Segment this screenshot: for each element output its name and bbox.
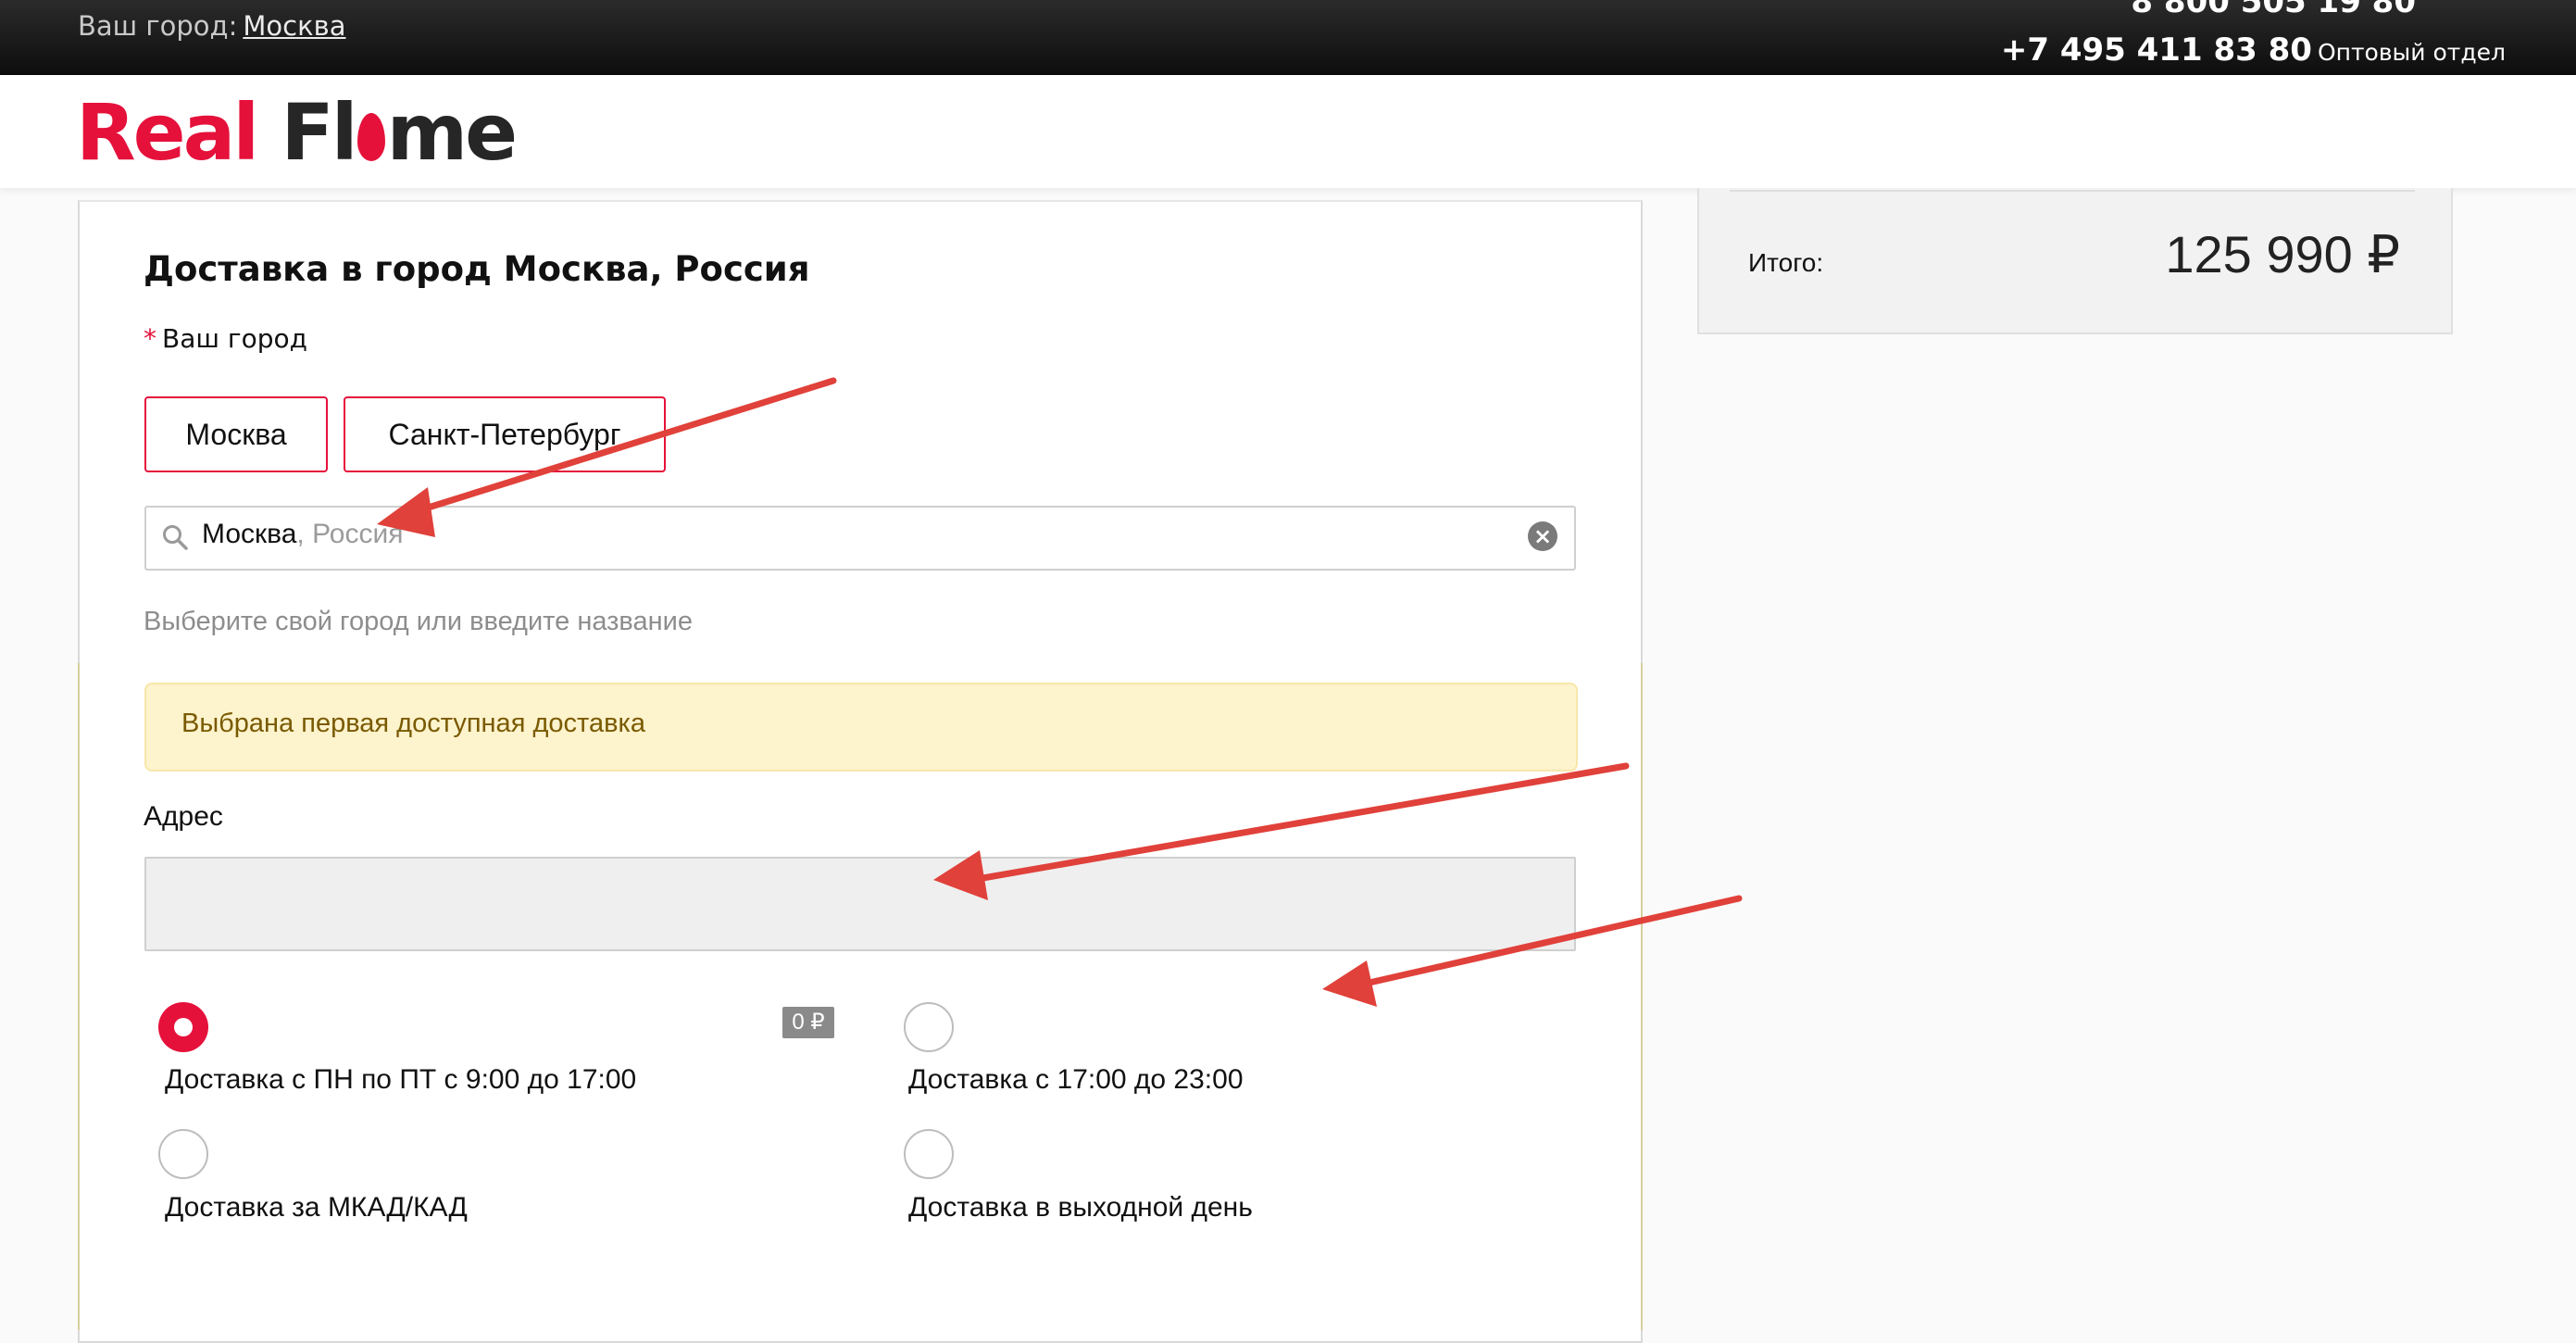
current-city: Ваш город: Москва: [78, 10, 345, 42]
required-star: *: [144, 323, 156, 354]
total-value: 125 990 ₽: [2165, 225, 2400, 283]
city-search-value: Москва, Россия: [202, 519, 403, 550]
wholesale-label: Оптовый отдел: [2317, 39, 2506, 66]
address-field[interactable]: [144, 857, 1576, 951]
quick-city-moscow-button[interactable]: Москва: [144, 396, 328, 472]
logo-text-fl: Fl: [281, 87, 357, 178]
search-value-country: , Россия: [296, 519, 404, 549]
delivery-option-label-weekday[interactable]: Доставка с ПН по ПТ с 9:00 до 17:00: [165, 1064, 636, 1096]
phone-wholesale[interactable]: +7 495 411 83 80: [2001, 31, 2312, 69]
delivery-notice-text: Выбрана первая доступная доставка: [181, 709, 645, 738]
phone-main[interactable]: 8 800 505 19 80: [2131, 0, 2416, 20]
delivery-title: Доставка в город Москва, Россия: [144, 249, 810, 289]
address-label: Адрес: [144, 801, 223, 832]
delivery-option-radio-evening[interactable]: [904, 1002, 954, 1052]
search-value-city: Москва: [202, 519, 297, 549]
city-search-hint: Выберите свой город или введите название: [144, 607, 693, 636]
delivery-option-label-outside-mkad[interactable]: Доставка за МКАД/КАД: [165, 1192, 468, 1224]
city-field-label-text: Ваш город: [162, 323, 307, 354]
site-logo[interactable]: Real Fl me: [76, 94, 518, 171]
logo-text-real: Real: [76, 87, 259, 178]
delivery-option-label-evening[interactable]: Доставка с 17:00 до 23:00: [908, 1064, 1244, 1096]
delivery-option-radio-weekend[interactable]: [904, 1129, 954, 1179]
delivery-option-label-weekend[interactable]: Доставка в выходной день: [908, 1192, 1253, 1224]
phone-wholesale-row: +7 495 411 83 80 Оптовый отдел: [2001, 31, 2506, 69]
total-label: Итого:: [1748, 248, 1824, 277]
city-prefix-label: Ваш город:: [78, 10, 238, 42]
city-selector-link[interactable]: Москва: [243, 10, 345, 42]
search-icon: [163, 525, 188, 550]
delivery-option-radio-outside-mkad[interactable]: [158, 1129, 208, 1179]
quick-city-spb-button[interactable]: Санкт-Петербург: [344, 396, 666, 472]
city-field-label: * Ваш город: [144, 323, 307, 354]
delivery-option-radio-weekday[interactable]: [158, 1002, 208, 1052]
flame-drop-icon: [356, 113, 385, 161]
summary-divider: [1730, 190, 2415, 192]
clear-icon[interactable]: ×: [1528, 521, 1557, 551]
logo-text-me: me: [386, 87, 518, 178]
delivery-price-badge: 0 ₽: [782, 1007, 834, 1038]
